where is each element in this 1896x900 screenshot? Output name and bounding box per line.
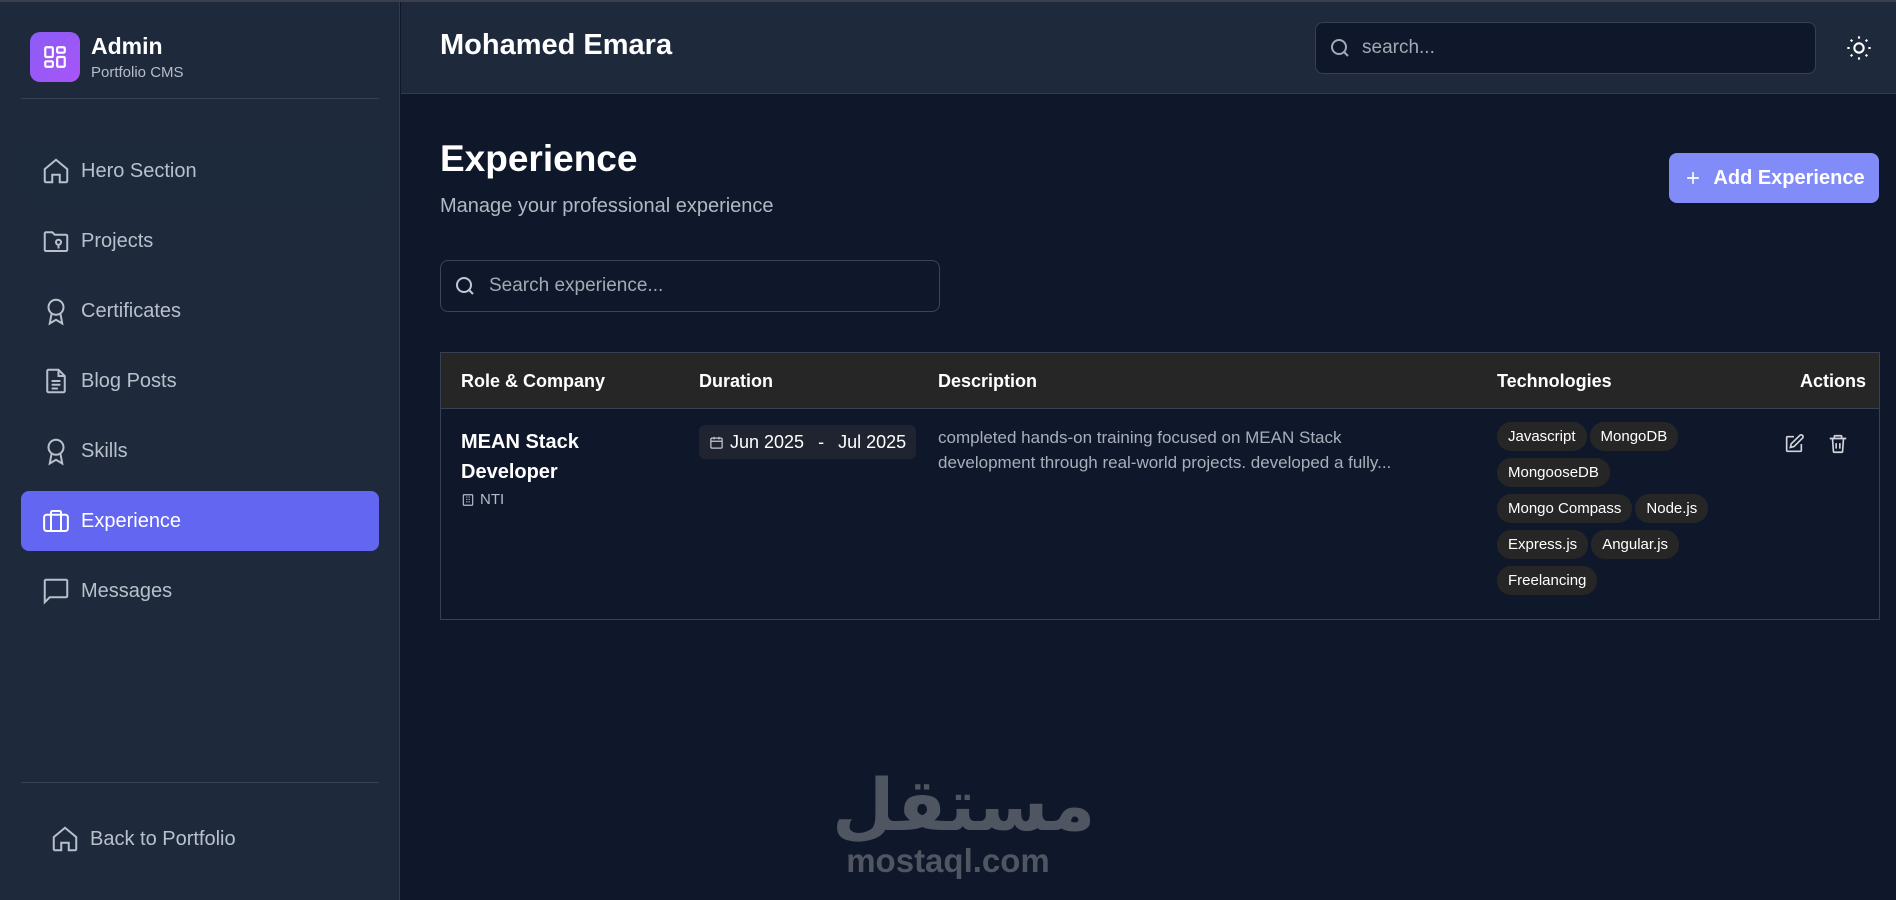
brand-title: Admin — [91, 33, 163, 59]
global-search-input[interactable] — [1362, 37, 1815, 59]
tech-tag: Express.js — [1497, 530, 1589, 559]
sidebar-item-blog-posts[interactable]: Blog Posts — [21, 351, 379, 411]
search-icon — [1331, 39, 1349, 57]
add-experience-label: Add Experience — [1713, 166, 1865, 189]
sidebar-item-hero-section[interactable]: Hero Section — [21, 141, 379, 201]
calendar-icon — [710, 436, 723, 449]
sidebar-item-label: Projects — [81, 229, 154, 252]
building-icon — [462, 493, 474, 506]
global-search[interactable] — [1315, 22, 1816, 74]
experience-company: NTI — [461, 491, 504, 508]
dashboard-logo-icon — [30, 32, 80, 82]
column-header-description: Description — [938, 371, 1038, 391]
sidebar-item-label: Skills — [81, 439, 128, 462]
home-icon — [43, 158, 69, 184]
company-name: NTI — [480, 491, 505, 508]
column-header-actions: Actions — [1800, 371, 1867, 391]
table-header: Role & Company Duration Description Tech… — [441, 353, 1879, 409]
duration-end: Jul 2025 — [838, 431, 907, 452]
divider — [21, 98, 379, 99]
experience-search[interactable] — [440, 260, 940, 312]
column-header-duration: Duration — [699, 371, 773, 391]
sidebar-item-messages[interactable]: Messages — [21, 561, 379, 621]
tech-tag: Freelancing — [1497, 566, 1598, 595]
brand: Admin Portfolio CMS — [30, 32, 184, 82]
sun-icon[interactable] — [1845, 34, 1873, 62]
sidebar-item-projects[interactable]: Projects — [21, 211, 379, 271]
tech-tag: Angular.js — [1591, 530, 1680, 559]
page-subtitle: Manage your professional experience — [440, 195, 774, 217]
experience-search-input[interactable] — [489, 275, 939, 297]
user-name: Mohamed Emara — [440, 29, 673, 61]
divider — [21, 782, 379, 783]
tech-tag: MongoDB — [1589, 422, 1679, 451]
technologies-list: Javascript MongoDB MongooseDB Mongo Compass… — [1497, 422, 1737, 602]
brand-subtitle: Portfolio CMS — [91, 64, 184, 81]
briefcase-icon — [43, 510, 69, 532]
back-to-portfolio-link[interactable]: Back to Portfolio — [50, 824, 236, 854]
home-icon — [52, 826, 78, 852]
sidebar-item-experience[interactable]: Experience — [21, 491, 379, 551]
back-to-portfolio-label: Back to Portfolio — [90, 827, 236, 850]
sidebar-item-label: Hero Section — [81, 159, 197, 182]
column-header-technologies: Technologies — [1497, 371, 1612, 391]
folder-icon — [43, 231, 69, 252]
sidebar-item-label: Blog Posts — [81, 369, 177, 392]
file-text-icon — [46, 368, 66, 394]
sidebar-item-label: Messages — [81, 579, 173, 602]
award-icon — [47, 298, 65, 326]
tech-tag: MongooseDB — [1497, 458, 1610, 487]
experience-description: completed hands-on training focused on M… — [938, 428, 1392, 472]
top-header: Mohamed Emara — [401, 2, 1896, 94]
add-experience-button[interactable]: Add Experience — [1669, 153, 1879, 203]
award-icon — [47, 438, 65, 466]
watermark-latin: mostaql.com — [846, 842, 1050, 879]
column-header-role-company: Role & Company — [461, 371, 606, 391]
duration-badge: Jun 2025 - Jul 2025 — [699, 425, 917, 459]
sidebar-nav: Hero Section Projects Certificates Blog … — [21, 141, 379, 631]
search-icon — [456, 277, 474, 295]
tech-tag: Node.js — [1635, 494, 1709, 523]
sidebar-item-label: Certificates — [81, 299, 182, 322]
sidebar-item-skills[interactable]: Skills — [21, 421, 379, 481]
tech-tag: Javascript — [1497, 422, 1587, 451]
trash-icon[interactable] — [1827, 433, 1849, 455]
message-square-icon — [43, 578, 69, 605]
page-title: Experience — [440, 138, 638, 179]
edit-icon[interactable] — [1783, 433, 1805, 455]
sidebar-item-certificates[interactable]: Certificates — [21, 281, 379, 341]
plus-icon — [1687, 172, 1700, 184]
table-row: MEAN Stack Developer NTI Jun 2025 - Jul … — [441, 409, 1879, 619]
experience-role: MEAN Stack Developer — [461, 431, 579, 483]
experience-table: Role & Company Duration Description Tech… — [440, 352, 1880, 620]
tech-tag: Mongo Compass — [1497, 494, 1633, 523]
mostaql-watermark: مستقل mostaql.com — [832, 766, 1096, 879]
row-actions — [1783, 433, 1871, 455]
duration-start: Jun 2025 — [730, 431, 805, 452]
watermark-arabic: مستقل — [832, 766, 1096, 846]
sidebar-item-label: Experience — [81, 509, 182, 532]
duration-separator: - — [818, 431, 825, 452]
sidebar: Admin Portfolio CMS Hero Section Project… — [0, 2, 400, 900]
